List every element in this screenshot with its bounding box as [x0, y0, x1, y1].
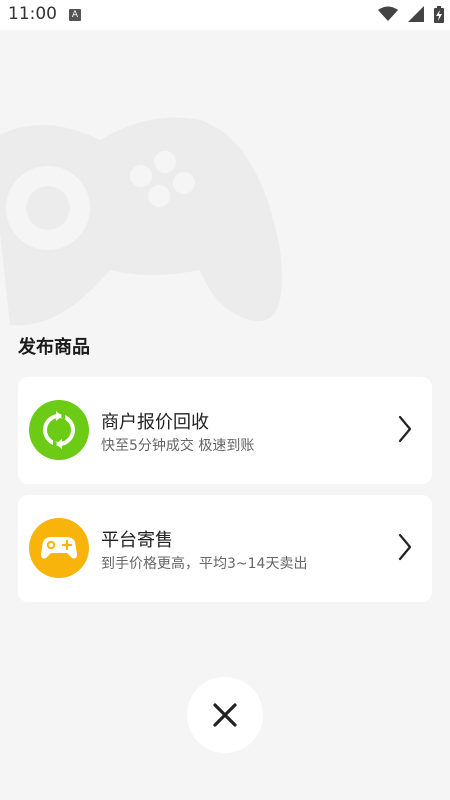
a-icon: A [69, 9, 81, 21]
close-button[interactable] [187, 677, 263, 753]
status-icons [373, 6, 444, 24]
gamepad-icon [0, 117, 282, 326]
status-bar: 11:00 A [0, 0, 450, 30]
option-title: 平台寄售 [101, 530, 173, 551]
recycle-icon [43, 411, 75, 449]
option-title: 商户报价回收 [101, 412, 209, 433]
gamepad-icon [41, 537, 77, 559]
wifi-icon [377, 6, 398, 21]
chevron-right-icon [398, 415, 412, 443]
option-card-platform-consignment[interactable]: 平台寄售 到手价格更高，平均3~14天卖出 [18, 495, 432, 602]
battery-charging-icon [434, 6, 444, 23]
recycle-icon-badge [29, 400, 89, 460]
option-subtitle: 快至5分钟成交 极速到账 [101, 438, 255, 454]
signal-icon [407, 6, 424, 22]
close-icon [213, 703, 237, 727]
option-subtitle: 到手价格更高，平均3~14天卖出 [101, 556, 308, 572]
option-card-merchant-recycle[interactable]: 商户报价回收 快至5分钟成交 极速到账 [18, 377, 432, 484]
gamepad-icon-badge [29, 518, 89, 578]
chevron-right-icon [398, 533, 412, 561]
page-title: 发布商品 [18, 337, 90, 358]
status-time: 11:00 [8, 4, 57, 24]
